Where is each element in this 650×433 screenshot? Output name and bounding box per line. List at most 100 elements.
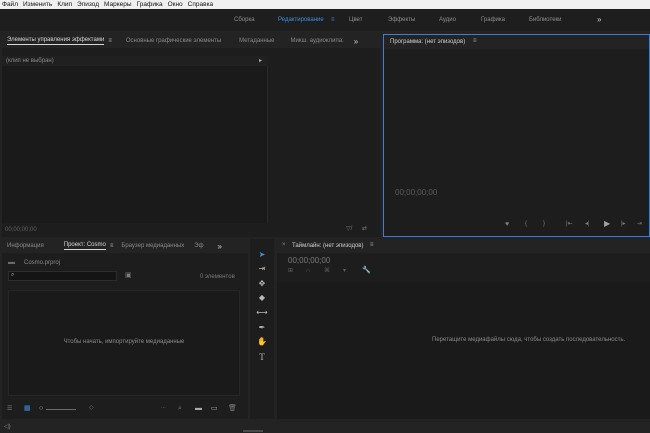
find-icon[interactable]: ⌕ xyxy=(178,405,182,412)
menu-edit[interactable]: Изменить xyxy=(23,1,52,8)
type-icon[interactable]: T xyxy=(254,352,270,364)
tab-effect-controls[interactable]: Элементы управления эффектами xyxy=(7,37,105,45)
slip-icon[interactable]: ⟷ xyxy=(254,308,270,320)
chevron-double-right-icon[interactable]: » xyxy=(218,242,222,251)
workspace-assembly[interactable]: Сборка xyxy=(234,17,255,23)
workspace-libraries[interactable]: Библиотеки xyxy=(529,17,562,23)
workspace-editing[interactable]: Редактирование xyxy=(278,17,324,23)
linked-selection-icon[interactable]: ⌘ xyxy=(324,268,330,274)
list-view-icon[interactable]: ☰ xyxy=(7,406,12,412)
workspace-audio[interactable]: Аудио xyxy=(439,17,456,23)
effect-controls-timecode: 00;00;00;00 xyxy=(5,227,37,233)
timeline-track-area[interactable]: Перетащите медиафайлы сюда, чтобы создат… xyxy=(277,282,650,419)
marker-icon[interactable]: ♥ xyxy=(505,221,509,228)
program-transport-controls: ♥ { } |⇤ ◂| ▶ |▸ ⇥ xyxy=(384,219,649,233)
search-input[interactable]: ⌕ xyxy=(8,271,117,281)
effect-controls-list xyxy=(2,66,268,223)
effect-controls-tabbar: Элементы управления эффектами ≡ Основные… xyxy=(2,34,380,48)
menu-window[interactable]: Окно xyxy=(168,1,183,8)
project-file-name: Cosmo.prproj xyxy=(24,260,61,266)
tab-effects[interactable]: Эф xyxy=(194,243,203,249)
play-icon[interactable]: ▶ xyxy=(604,220,610,228)
tab-media-browser[interactable]: Браузер медиаданных xyxy=(121,243,184,249)
effect-controls-panel: Элементы управления эффектами ≡ Основные… xyxy=(2,34,380,237)
status-bar: ◁) xyxy=(0,421,650,433)
status-scroll-handle[interactable] xyxy=(243,430,263,432)
mark-out-icon[interactable]: } xyxy=(543,221,545,227)
import-hint: Чтобы начать, импортируйте медиаданные xyxy=(63,339,185,345)
tab-timeline[interactable]: Таймлайн: (нет эпизодов) xyxy=(292,243,363,249)
filter-icon[interactable]: ▽/ xyxy=(346,226,352,232)
timeline-tabbar: × Таймлайн: (нет эпизодов) ≡ xyxy=(277,239,650,253)
tab-project[interactable]: Проект: Cosmo xyxy=(63,242,106,250)
zoom-slider-track[interactable] xyxy=(46,409,76,410)
item-count: 0 элементов xyxy=(200,274,235,280)
folder-icon: ▬ xyxy=(8,259,15,266)
menu-icon[interactable]: ≡ xyxy=(110,243,114,249)
menu-sequence[interactable]: Эпизод xyxy=(77,1,99,8)
workspace-graphics[interactable]: Графика xyxy=(481,17,505,23)
workspace-effects[interactable]: Эффекты xyxy=(388,17,415,23)
workspace-bar: Сборка Редактирование ≡ Цвет Эффекты Ауд… xyxy=(0,9,650,31)
search-icon: ⌕ xyxy=(11,272,15,278)
timeline-drop-hint: Перетащите медиафайлы сюда, чтобы создат… xyxy=(432,337,626,343)
menu-markers[interactable]: Маркеры xyxy=(104,1,132,8)
workspace-menu-icon[interactable]: ≡ xyxy=(331,17,335,23)
tab-essential-graphics[interactable]: Основные графические элементы xyxy=(126,38,221,44)
track-select-icon[interactable]: ⇥ xyxy=(254,264,270,276)
icon-view-icon[interactable]: ▦ xyxy=(24,405,31,412)
menu-clip[interactable]: Клип xyxy=(57,1,72,8)
project-footer: ☰ ▦ ○ ◇ ⋯ ⌕ ▬ ▭ 🗑 xyxy=(2,403,248,417)
hand-icon[interactable]: ✋ xyxy=(254,337,270,349)
pen-icon[interactable]: ✒ xyxy=(254,323,270,335)
workspace-color[interactable]: Цвет xyxy=(349,17,362,23)
new-bin-from-search-icon[interactable]: ▣ xyxy=(125,272,132,279)
automate-to-sequence-icon[interactable]: ⋯ xyxy=(161,406,166,411)
go-to-out-icon[interactable]: ⇥ xyxy=(637,221,642,227)
new-bin-icon[interactable]: ▬ xyxy=(195,405,202,412)
play-arrow-icon[interactable]: ▸ xyxy=(259,57,262,64)
trash-icon[interactable]: 🗑 xyxy=(228,405,237,412)
sort-icon[interactable]: ◇ xyxy=(89,405,94,411)
export-icon[interactable]: ⇄ xyxy=(362,226,367,232)
timeline-timecode[interactable]: 00;00;00;00 xyxy=(288,256,330,265)
tab-program[interactable]: Программа: (нет эпизодов) xyxy=(390,39,465,45)
chevron-double-right-icon[interactable]: » xyxy=(354,37,358,46)
close-icon[interactable]: × xyxy=(282,242,286,248)
project-bin-area[interactable]: Чтобы начать, импортируйте медиаданные xyxy=(8,290,240,396)
project-tabbar: Информация Проект: Cosmo ≡ Браузер медиа… xyxy=(2,239,248,253)
new-item-icon[interactable]: ▭ xyxy=(211,405,218,412)
project-panel: Информация Проект: Cosmo ≡ Браузер медиа… xyxy=(2,239,248,419)
alert-icon[interactable]: ◁) xyxy=(4,423,11,430)
wrench-icon[interactable]: 🔧 xyxy=(362,267,371,274)
tab-metadata[interactable]: Метаданные xyxy=(239,38,274,44)
tab-audio-clip-mixer[interactable]: Микш. аудиоклипа: xyxy=(291,38,344,44)
program-tabbar: Программа: (нет эпизодов) ≡ xyxy=(384,35,649,49)
step-forward-icon[interactable]: |▸ xyxy=(621,221,626,227)
clip-status-label: (клип не выбран) xyxy=(6,58,54,64)
program-timecode[interactable]: 00;00;00;00 xyxy=(395,188,437,197)
chevron-double-right-icon[interactable]: » xyxy=(597,15,601,24)
ripple-edit-icon[interactable]: ✥ xyxy=(254,279,270,291)
menu-icon[interactable]: ≡ xyxy=(473,38,477,44)
menu-graphics[interactable]: Графика xyxy=(137,1,163,8)
menu-bar: Файл Изменить Клип Эпизод Маркеры График… xyxy=(0,0,650,9)
menu-file[interactable]: Файл xyxy=(2,1,18,8)
menu-help[interactable]: Справка xyxy=(188,1,214,8)
snap-icon[interactable]: ∩ xyxy=(306,268,310,274)
zoom-slider-handle[interactable]: ○ xyxy=(39,405,43,412)
effect-controls-footer: 00;00;00;00 ▽/ ⇄ xyxy=(2,224,380,237)
mark-in-icon[interactable]: { xyxy=(525,221,527,227)
program-monitor-panel: Программа: (нет эпизодов) ≡ 00;00;00;00 … xyxy=(383,34,650,237)
add-marker-icon[interactable]: ▾ xyxy=(343,268,346,274)
tab-info[interactable]: Информация xyxy=(7,243,44,249)
razor-icon[interactable]: ◆ xyxy=(254,293,270,305)
menu-icon[interactable]: ≡ xyxy=(108,38,112,44)
clip-status-row: (клип не выбран) ▸ xyxy=(2,56,268,66)
step-back-icon[interactable]: ◂| xyxy=(585,221,590,227)
timeline-panel: × Таймлайн: (нет эпизодов) ≡ 00;00;00;00… xyxy=(277,239,650,419)
nest-icon[interactable]: ⊞ xyxy=(288,268,293,274)
selection-tool-icon[interactable]: ➤ xyxy=(254,250,270,262)
menu-icon[interactable]: ≡ xyxy=(370,242,374,248)
go-to-in-icon[interactable]: |⇤ xyxy=(566,221,573,227)
